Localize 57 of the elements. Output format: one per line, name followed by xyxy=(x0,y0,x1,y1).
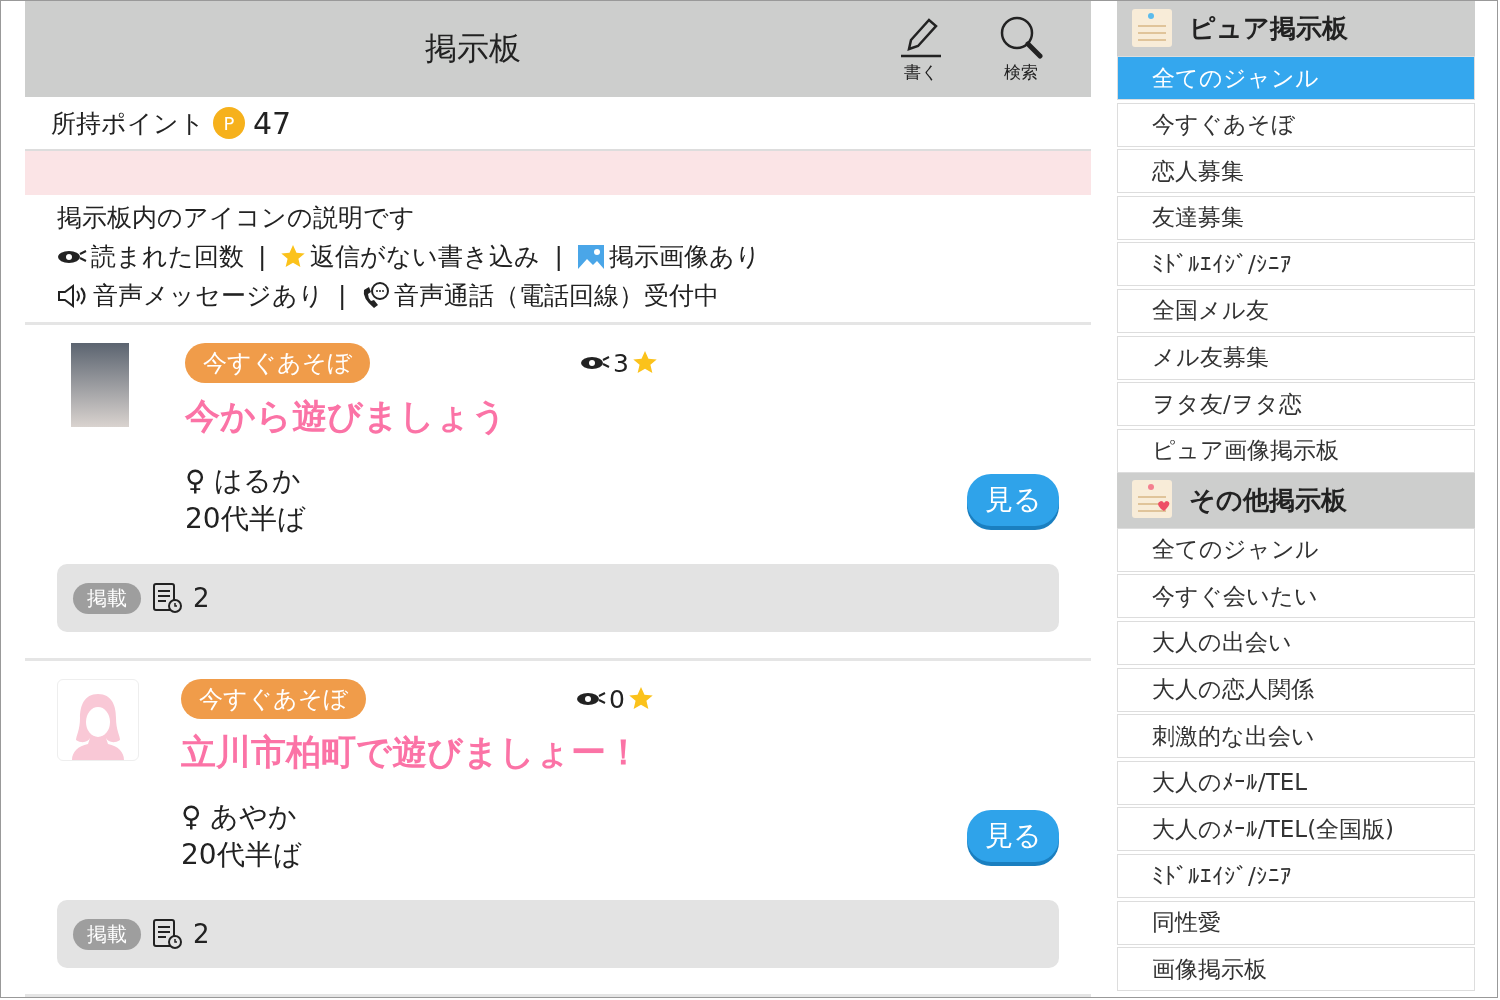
poster-name: ♀ あやか xyxy=(181,799,299,835)
genre-item[interactable]: メル友募集 xyxy=(1117,335,1475,380)
status-tag: 掲載 xyxy=(73,582,141,614)
genre-item[interactable]: ﾐﾄﾞﾙｴｲｼﾞ/ｼﾆｱ xyxy=(1117,242,1475,287)
post-title: 今から遊びましょう xyxy=(185,395,508,438)
category-tag: 今すぐあそぼ xyxy=(185,343,370,383)
separator: | xyxy=(258,242,267,271)
eye-icon xyxy=(580,354,610,372)
image-icon xyxy=(576,243,605,270)
poster-age: 20代半ば xyxy=(181,837,302,873)
genre-item[interactable]: 今すぐ会いたい xyxy=(1117,574,1475,619)
legend-text: 読まれた回数 xyxy=(91,241,244,273)
genre-item[interactable]: 大人の出会い xyxy=(1117,620,1475,665)
genre-item[interactable]: ﾐﾄﾞﾙｴｲｼﾞ/ｼﾆｱ xyxy=(1117,853,1475,898)
post-count: 2 xyxy=(193,583,210,613)
separator: | xyxy=(554,242,563,271)
points-value: 47 xyxy=(253,105,292,141)
post-title: 立川市柏町で遊びましょー！ xyxy=(181,731,642,774)
genre-item[interactable]: 大人のﾒｰﾙ/TEL(全国版) xyxy=(1117,807,1475,852)
document-clock-icon xyxy=(151,918,183,950)
poster-age: 20代半ば xyxy=(185,501,306,537)
genre-item[interactable]: 全国メル友 xyxy=(1117,288,1475,333)
poster-name: ♀ はるか xyxy=(185,463,303,499)
memo-icon xyxy=(1131,7,1175,50)
search-icon xyxy=(999,14,1043,59)
genre-item[interactable]: 刺激的な出会い xyxy=(1117,714,1475,759)
section-title: ピュア掲示板 xyxy=(1189,12,1348,45)
legend-text: 音声メッセージあり xyxy=(93,280,324,312)
page-title: 掲示板 xyxy=(424,28,522,69)
genre-item[interactable]: 恋人募集 xyxy=(1117,149,1475,194)
legend-intro: 掲示板内のアイコンの説明です xyxy=(57,202,416,234)
genre-item[interactable]: 大人のﾒｰﾙ/TEL xyxy=(1117,760,1475,805)
points-badge: P xyxy=(213,107,245,140)
genre-item[interactable]: 大人の恋人関係 xyxy=(1117,667,1475,712)
status-tag: 掲載 xyxy=(73,918,141,950)
legend-text: 返信がない書き込み xyxy=(310,241,541,273)
document-clock-icon xyxy=(151,582,183,614)
view-count: 0 xyxy=(609,684,625,714)
post-count: 2 xyxy=(193,919,210,949)
genre-item[interactable]: 友達募集 xyxy=(1117,195,1475,240)
points-label: 所持ポイント xyxy=(51,107,205,140)
view-count: 3 xyxy=(613,348,629,378)
legend-text: 掲示画像あり xyxy=(608,241,761,273)
eye-icon xyxy=(57,247,87,266)
category-tag: 今すぐあそぼ xyxy=(181,679,366,719)
genre-item[interactable]: 画像掲示板 xyxy=(1117,947,1475,992)
separator: | xyxy=(338,281,347,310)
genre-item[interactable]: 同性愛 xyxy=(1117,900,1475,945)
genre-item[interactable]: ピュア画像掲示板 xyxy=(1117,428,1475,473)
genre-item[interactable]: 全てのジャンル xyxy=(1117,527,1475,572)
section-title: その他掲示板 xyxy=(1189,483,1347,517)
write-button[interactable]: 書く xyxy=(891,14,951,84)
legend-text: 音声通話（電話回線）受付中 xyxy=(394,280,720,312)
genre-item[interactable]: ヲタ友/ヲタ恋 xyxy=(1117,382,1475,427)
genre-item[interactable]: 今すぐあそぼ xyxy=(1117,102,1475,147)
search-button[interactable]: 検索 xyxy=(991,14,1051,84)
eye-icon xyxy=(576,690,606,708)
